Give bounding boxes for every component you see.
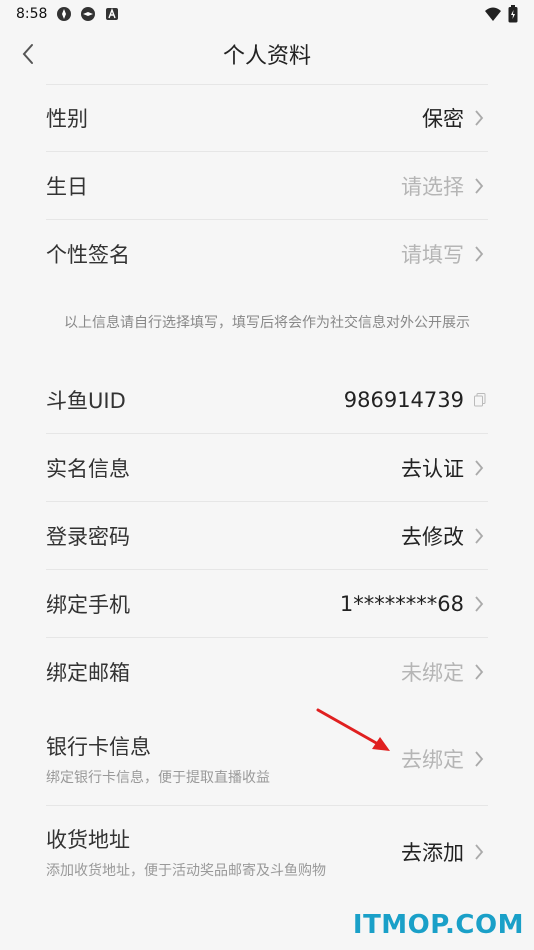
status-bar: 8:58 — [0, 0, 534, 28]
chevron-right-icon — [470, 748, 488, 770]
header: 个人资料 — [0, 28, 534, 80]
row-label: 绑定邮箱 — [46, 661, 130, 685]
password-value: 去修改 — [401, 524, 464, 549]
page-title: 个人资料 — [222, 44, 311, 69]
row-label: 绑定手机 — [46, 592, 130, 617]
email-value: 未绑定 — [401, 661, 464, 685]
row-sublabel: 绑定银行卡信息，便于提取直播收益 — [46, 769, 270, 786]
back-button[interactable] — [10, 36, 46, 72]
notification-icon — [55, 5, 73, 23]
chevron-right-icon — [470, 593, 488, 615]
bankcard-label-group: 银行卡信息 绑定银行卡信息，便于提取直播收益 — [46, 731, 270, 787]
chevron-right-icon — [470, 525, 488, 547]
row-label: 斗鱼UID — [46, 388, 126, 413]
battery-icon — [508, 5, 518, 27]
red-arrow-icon — [316, 708, 390, 751]
watermark: ITMOP.COM — [352, 910, 524, 940]
phone-value: 1********68 — [339, 591, 464, 616]
app-a-icon — [103, 5, 121, 23]
row-uid: 斗鱼UID 986914739 — [46, 366, 488, 434]
row-signature[interactable]: 个性签名 请填写 — [46, 220, 488, 288]
row-email[interactable]: 绑定邮箱 未绑定 — [46, 638, 488, 706]
row-label: 收货地址 — [46, 828, 130, 852]
back-arrow-icon — [22, 44, 33, 64]
status-right — [484, 5, 518, 27]
chevron-right-icon — [470, 841, 488, 863]
row-birthday[interactable]: 生日 请选择 — [46, 152, 488, 220]
bankcard-value: 去绑定 — [401, 747, 464, 772]
copy-icon[interactable] — [472, 392, 488, 408]
signature-value: 请填写 — [401, 243, 464, 267]
row-label: 银行卡信息 — [46, 734, 151, 759]
row-label: 实名信息 — [46, 456, 130, 481]
row-address[interactable]: 收货地址 添加收货地址，便于活动奖品邮寄及斗鱼购物 去添加 — [46, 806, 488, 898]
chevron-right-icon — [470, 457, 488, 479]
row-sublabel: 添加收货地址，便于活动奖品邮寄及斗鱼购物 — [46, 863, 326, 879]
birthday-value: 请选择 — [401, 174, 464, 199]
row-phone[interactable]: 绑定手机 1********68 — [46, 570, 488, 638]
notification-icon-2 — [79, 5, 97, 23]
row-label: 登录密码 — [46, 524, 130, 549]
address-value: 去添加 — [401, 841, 464, 865]
privacy-note: 以上信息请自行选择填写，填写后将会作为社交信息对外公开展示 — [64, 315, 470, 331]
realname-value: 去认证 — [401, 456, 464, 481]
chevron-right-icon — [470, 661, 488, 683]
gender-value: 保密 — [422, 107, 464, 131]
uid-value: 986914739 — [343, 387, 464, 412]
status-time: 8:58 — [16, 6, 48, 22]
row-realname[interactable]: 实名信息 去认证 — [46, 434, 488, 502]
row-label: 个性签名 — [46, 243, 130, 267]
row-label: 性别 — [46, 107, 88, 131]
row-bankcard[interactable]: 银行卡信息 绑定银行卡信息，便于提取直播收益 去绑定 — [46, 712, 488, 806]
chevron-right-icon — [470, 175, 488, 197]
row-gender[interactable]: 性别 保密 — [46, 84, 488, 152]
address-label-group: 收货地址 添加收货地址，便于活动奖品邮寄及斗鱼购物 — [46, 824, 326, 880]
chevron-right-icon — [470, 107, 488, 129]
wifi-icon — [484, 6, 502, 26]
chevron-right-icon — [470, 243, 488, 265]
row-password[interactable]: 登录密码 去修改 — [46, 502, 488, 570]
row-label: 生日 — [46, 174, 88, 199]
